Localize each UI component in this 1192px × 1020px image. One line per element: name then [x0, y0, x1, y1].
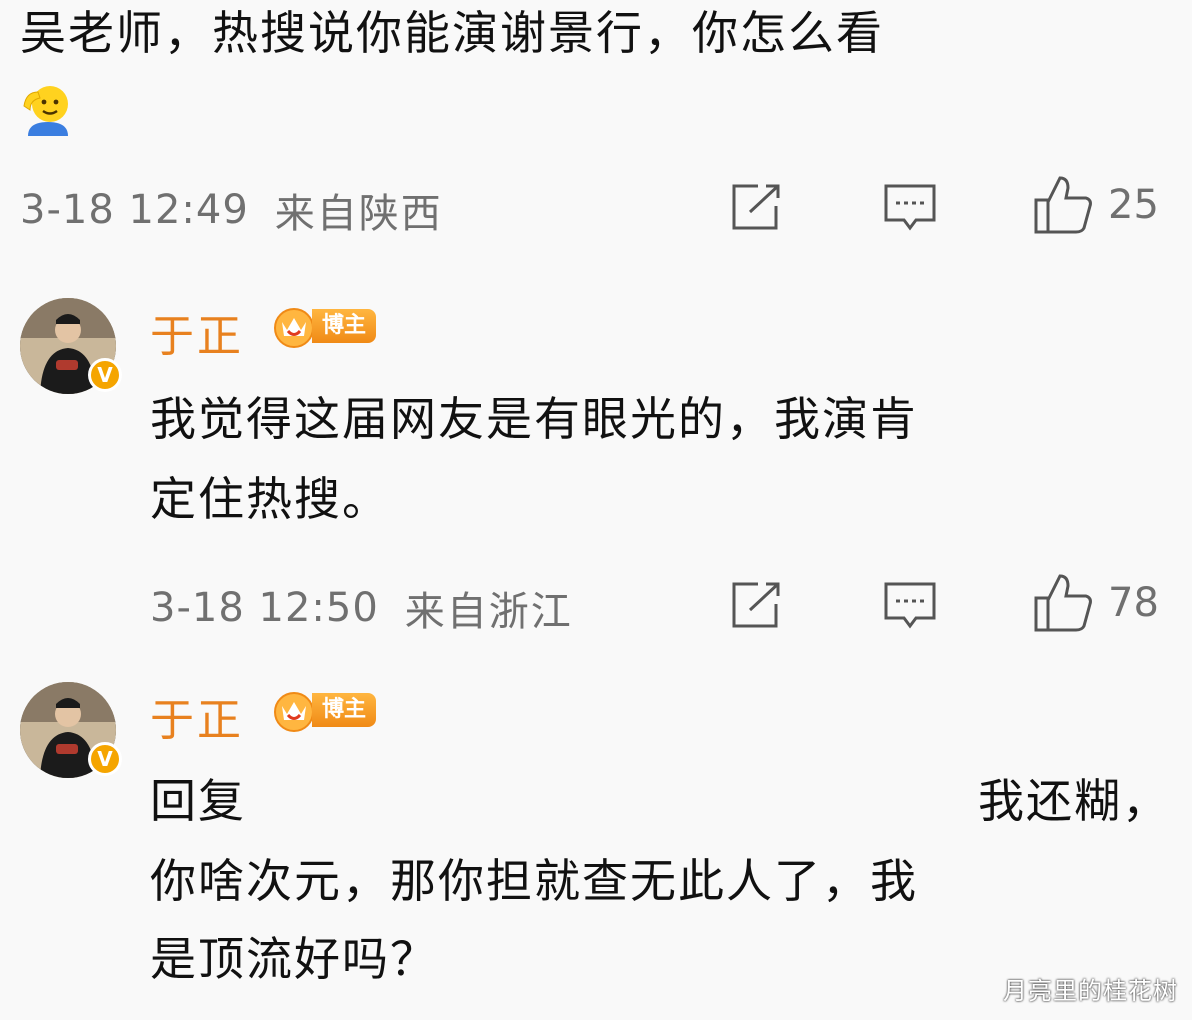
reply-location: 来自浙江: [404, 589, 573, 635]
like-icon: [1034, 176, 1092, 234]
share-icon: [732, 184, 780, 230]
author-badge-label: 博主: [312, 309, 377, 343]
like-count: 25: [1108, 182, 1159, 228]
comment-icon: [884, 184, 936, 231]
verified-v-icon: V: [88, 742, 122, 776]
share-button[interactable]: [728, 580, 784, 630]
reply-prefix: 回复: [150, 774, 246, 828]
reply-text: 回复 我还糊， 你啥次元，那你担就查无此人了，我 是顶流好吗？: [150, 772, 1168, 988]
author-badge: 博主: [270, 688, 378, 732]
reply-meta: 3-18 12:50 来自浙江: [150, 578, 573, 638]
reply-text-line: 回复 我还糊，: [150, 772, 1170, 830]
reply-text-line: 我觉得这届网友是有眼光的，我演肯: [150, 392, 918, 446]
reply-time: 3-18 12:50: [150, 585, 379, 631]
watermark: 月亮里的桂花树: [1003, 977, 1178, 1005]
username[interactable]: 于正: [150, 300, 244, 364]
reply-text-line: 你啥次元，那你担就查无此人了，我: [150, 854, 918, 908]
like-icon: [1034, 574, 1092, 632]
author-badge: 博主: [270, 304, 378, 348]
reply-text: 我觉得这届网友是有眼光的，我演肯 定住热搜。: [150, 390, 1150, 528]
avatar[interactable]: V: [20, 298, 122, 394]
comment-time: 3-18 12:49: [20, 187, 249, 233]
like-button[interactable]: 78: [1032, 572, 1159, 634]
comment-icon: [884, 582, 936, 629]
crown-icon: [274, 692, 314, 732]
share-button[interactable]: [728, 182, 784, 232]
avatar[interactable]: V: [20, 682, 122, 778]
comment-location: 来自陕西: [274, 191, 443, 237]
comment-button[interactable]: [882, 182, 938, 234]
comment-text: 吴老师，热搜说你能演谢景行，你怎么看: [20, 6, 884, 60]
quoted-text: 我还糊，: [978, 774, 1170, 828]
comment-button[interactable]: [882, 580, 938, 632]
reply-text-line: 是顶流好吗？: [150, 932, 438, 986]
like-count: 78: [1108, 580, 1159, 626]
salute-emoji-icon: [20, 82, 72, 136]
username[interactable]: 于正: [150, 684, 244, 748]
crown-icon: [274, 308, 314, 348]
verified-v-icon: V: [88, 358, 122, 392]
weibo-comment-thread: 吴老师，热搜说你能演谢景行，你怎么看 3-18 12:49 来自陕西 25 V …: [0, 0, 1192, 1020]
comment-meta: 3-18 12:49 来自陕西: [20, 180, 443, 240]
reply-text-line: 定住热搜。: [150, 472, 390, 526]
author-badge-label: 博主: [312, 693, 377, 727]
share-icon: [732, 582, 780, 628]
like-button[interactable]: 25: [1032, 174, 1159, 236]
